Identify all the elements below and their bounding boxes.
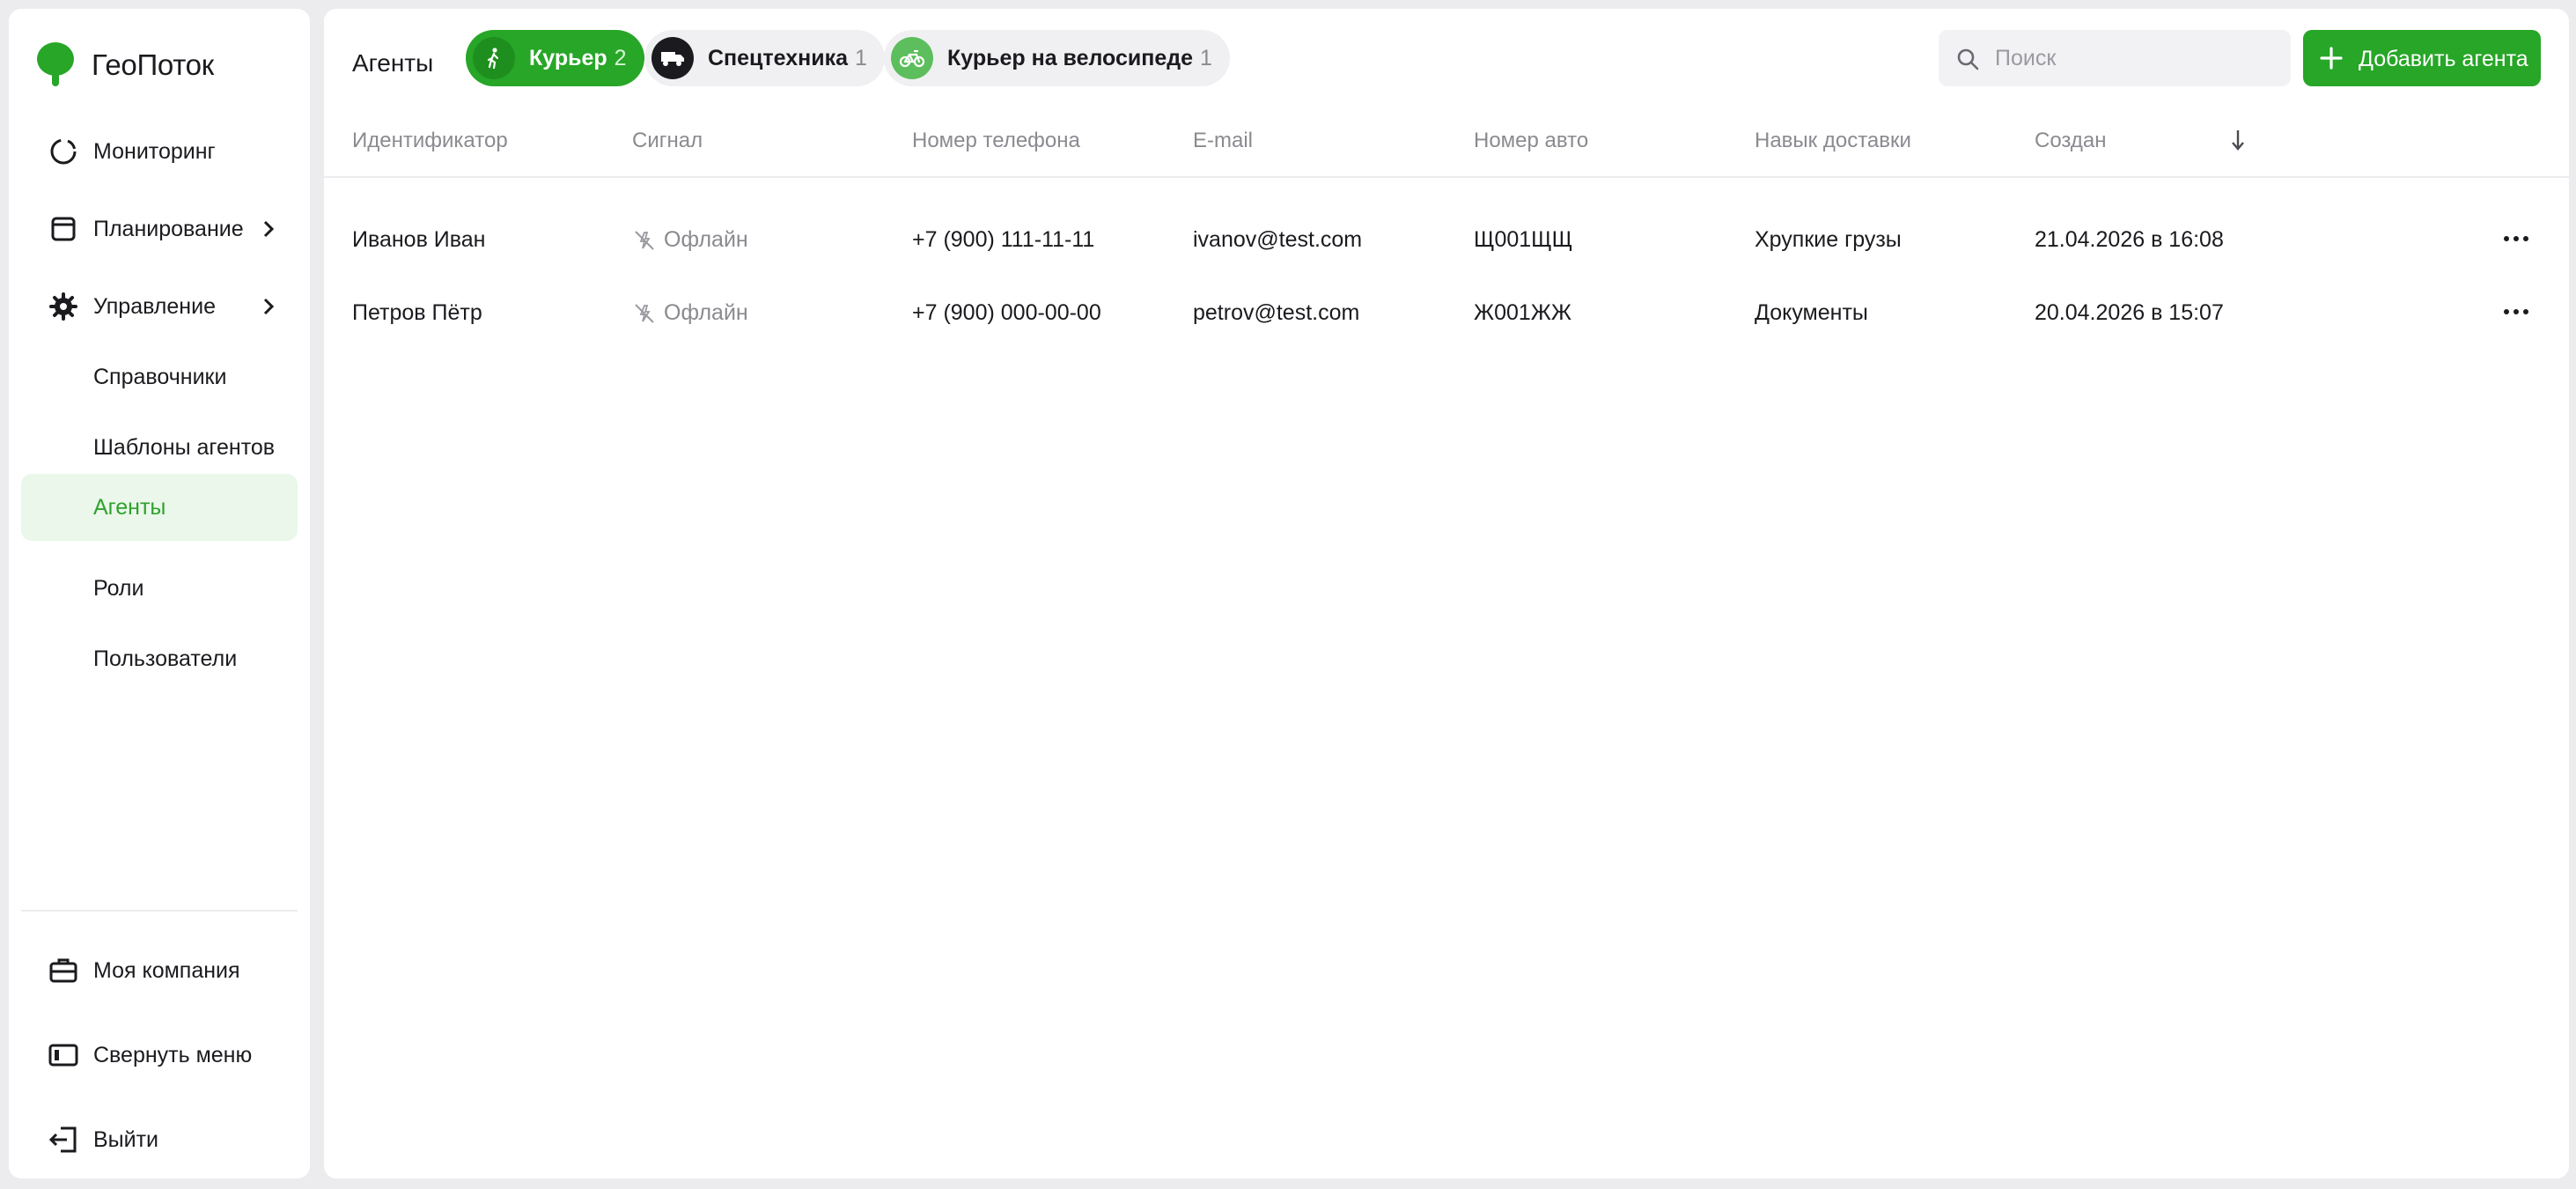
cell-email: petrov@test.com xyxy=(1193,300,1360,325)
signal-status: Офлайн xyxy=(664,227,748,252)
sidebar-item-label: Роли xyxy=(93,575,144,601)
cell-id: Петров Пётр xyxy=(352,300,482,325)
row-more-icon[interactable] xyxy=(2500,225,2532,252)
cell-delivery-skill: Документы xyxy=(1755,300,1868,325)
column-header-id[interactable]: Идентификатор xyxy=(352,129,508,153)
gear-icon xyxy=(49,292,77,321)
add-agent-label: Добавить агента xyxy=(2359,47,2528,71)
chip-label: Курьер xyxy=(529,45,607,70)
page-title: Агенты xyxy=(352,49,434,77)
signal-off-icon xyxy=(635,303,654,323)
cell-signal: Офлайн xyxy=(632,227,748,253)
add-agent-button[interactable]: Добавить агента xyxy=(2303,30,2541,86)
brand[interactable]: ГеоПоток xyxy=(37,41,214,90)
sidebar-divider xyxy=(21,910,298,912)
sidebar: ГеоПоток Мониторинг Планирование Управле… xyxy=(9,9,310,1178)
sidebar-item-monitoring[interactable]: Мониторинг xyxy=(21,118,298,185)
sidebar-item-label: Справочники xyxy=(93,364,227,389)
filter-chip-special-equipment[interactable]: Спецтехника 1 xyxy=(644,30,885,86)
truck-icon xyxy=(651,37,694,79)
column-header-email[interactable]: E-mail xyxy=(1193,129,1253,153)
sidebar-item-label: Управление xyxy=(93,293,216,319)
column-header-car-number[interactable]: Номер авто xyxy=(1474,129,1588,153)
table-header-divider xyxy=(324,176,2569,178)
cell-delivery-skill: Хрупкие грузы xyxy=(1755,227,1902,252)
sidebar-item-roles[interactable]: Роли xyxy=(21,555,298,622)
signal-status: Офлайн xyxy=(664,300,748,325)
sidebar-item-label: Агенты xyxy=(93,494,166,520)
logo-icon xyxy=(37,42,74,86)
chip-count: 2 xyxy=(614,45,627,70)
cell-id: Иванов Иван xyxy=(352,227,486,252)
sidebar-item-label: Выйти xyxy=(93,1126,159,1152)
column-header-signal[interactable]: Сигнал xyxy=(632,129,703,153)
signal-off-icon xyxy=(635,230,654,250)
chip-count: 1 xyxy=(1200,45,1212,70)
bicycle-icon xyxy=(891,37,933,79)
sidebar-item-label: Мониторинг xyxy=(93,138,216,164)
cell-car-number: Ж001ЖЖ xyxy=(1474,300,1571,325)
cell-car-number: Щ001ЩЩ xyxy=(1474,227,1573,252)
cell-created: 21.04.2026 в 16:08 xyxy=(2035,227,2224,252)
column-header-created[interactable]: Создан xyxy=(2035,129,2107,153)
cell-phone: +7 (900) 000-00-00 xyxy=(912,300,1101,325)
sidebar-item-label: Шаблоны агентов xyxy=(93,434,276,460)
cell-phone: +7 (900) 111-11-11 xyxy=(912,227,1095,252)
chip-label: Курьер на велосипеде xyxy=(947,45,1194,70)
row-more-icon[interactable] xyxy=(2500,299,2532,325)
search-box[interactable] xyxy=(1939,30,2291,86)
sidebar-item-planning[interactable]: Планирование xyxy=(21,196,298,262)
chevron-right-icon xyxy=(263,298,275,315)
column-header-phone[interactable]: Номер телефона xyxy=(912,129,1080,153)
cell-signal: Офлайн xyxy=(632,300,748,326)
table-row[interactable]: Иванов Иван Офлайн +7 (900) 111-11-11 iv… xyxy=(324,208,2569,270)
sidebar-item-directories[interactable]: Справочники xyxy=(21,343,298,410)
table-row[interactable]: Петров Пётр Офлайн +7 (900) 000-00-00 pe… xyxy=(324,281,2569,343)
calendar-icon xyxy=(51,217,76,241)
chip-label: Спецтехника xyxy=(708,45,849,70)
search-input[interactable] xyxy=(1995,39,2277,78)
sidebar-item-agents[interactable]: Агенты xyxy=(21,474,298,541)
collapse-sidebar-icon xyxy=(48,1044,78,1067)
brand-title: ГеоПоток xyxy=(92,48,214,81)
column-header-delivery-skill[interactable]: Навык доставки xyxy=(1755,129,1911,153)
sidebar-item-agent-templates[interactable]: Шаблоны агентов xyxy=(21,414,298,481)
filter-chip-bicycle-courier[interactable]: Курьер на велосипеде 1 xyxy=(884,30,1230,86)
chip-count: 1 xyxy=(855,45,867,70)
main-panel: Агенты Курьер 2 Спецтехника 1 Курьер на … xyxy=(324,9,2569,1178)
logout-icon xyxy=(48,1126,77,1153)
sidebar-item-management[interactable]: Управление xyxy=(21,273,298,340)
sidebar-item-my-company[interactable]: Моя компания xyxy=(21,937,298,1004)
filter-chip-courier[interactable]: Курьер 2 xyxy=(466,30,644,86)
sidebar-item-label: Свернуть меню xyxy=(93,1042,253,1067)
sidebar-item-label: Пользователи xyxy=(93,646,238,671)
walking-person-icon xyxy=(473,37,515,79)
sidebar-item-users[interactable]: Пользователи xyxy=(21,625,298,692)
briefcase-icon xyxy=(49,958,77,983)
logout-button[interactable]: Выйти xyxy=(21,1106,298,1173)
cell-email: ivanov@test.com xyxy=(1193,227,1363,252)
monitoring-icon xyxy=(50,138,77,165)
search-icon xyxy=(1957,48,1979,70)
chevron-right-icon xyxy=(263,220,275,238)
plus-icon xyxy=(2320,47,2343,70)
sidebar-item-label: Моя компания xyxy=(93,957,240,983)
collapse-menu-button[interactable]: Свернуть меню xyxy=(21,1022,298,1089)
sort-arrow-down-icon[interactable] xyxy=(2227,127,2248,153)
cell-created: 20.04.2026 в 15:07 xyxy=(2035,300,2224,325)
sidebar-item-label: Планирование xyxy=(93,216,244,241)
